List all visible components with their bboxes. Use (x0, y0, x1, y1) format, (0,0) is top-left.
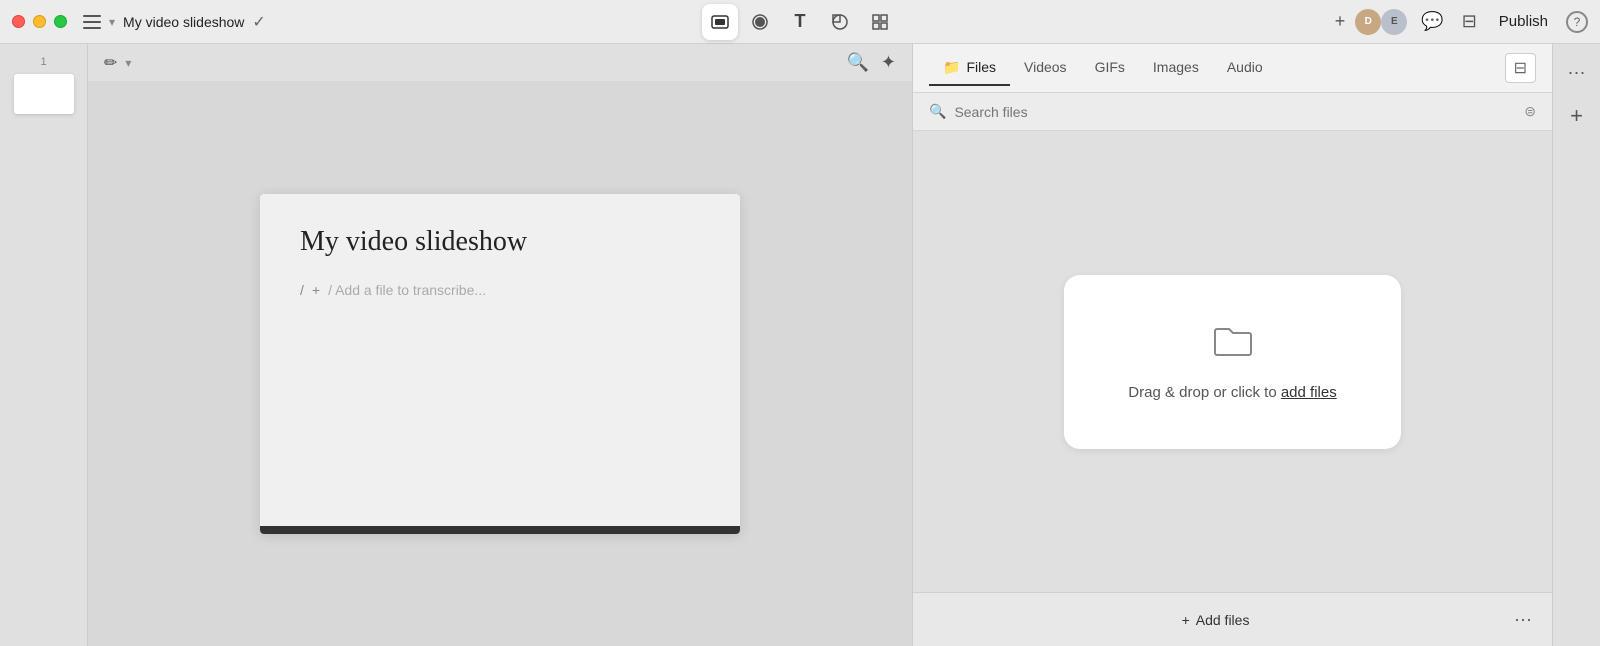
folder-icon: 📁 (943, 59, 960, 76)
avatar-group: D E (1355, 9, 1407, 35)
editor-toolbar-right: 🔍 ✦ (846, 52, 896, 73)
more-options-button[interactable]: ··· (1510, 605, 1536, 634)
search-icon[interactable]: 🔍 (846, 52, 868, 73)
slide-canvas: My video slideshow / + / Add a file to t… (260, 194, 740, 534)
tab-videos[interactable]: Videos (1010, 51, 1081, 85)
add-file-placeholder: / Add a file to transcribe... (328, 282, 486, 298)
drop-zone-text: Drag & drop or click to add files (1128, 384, 1336, 401)
add-file-button[interactable]: + (312, 282, 320, 298)
add-slide-button[interactable]: + (1564, 97, 1589, 135)
slide-thumbnail[interactable] (14, 74, 74, 114)
slideshow-tool-button[interactable] (702, 4, 738, 40)
maximize-button[interactable] (54, 15, 67, 28)
titlebar: ▾ My video slideshow ✓ T (0, 0, 1600, 44)
text-icon: T (795, 11, 806, 32)
more-icon[interactable]: ··· (1562, 56, 1592, 89)
files-content: Drag & drop or click to add files (913, 131, 1552, 592)
add-files-link[interactable]: add files (1281, 384, 1337, 401)
tab-images[interactable]: Images (1139, 51, 1213, 85)
minimize-button[interactable] (33, 15, 46, 28)
plus-icon: + (1182, 612, 1190, 628)
comments-icon[interactable]: 💬 (1417, 7, 1447, 36)
tab-audio[interactable]: Audio (1213, 51, 1277, 85)
toolbar-center: T (702, 4, 898, 40)
slides-panel: 1 (0, 44, 88, 646)
tab-files-label: Files (966, 59, 996, 75)
tab-gifs-label: GIFs (1095, 59, 1125, 75)
close-button[interactable] (12, 15, 25, 28)
files-panel-header: 📁 Files Videos GIFs Images Audio ⊟ (913, 44, 1552, 93)
shape-tool-button[interactable] (822, 4, 858, 40)
add-files-footer-button[interactable]: + Add files (929, 612, 1502, 628)
record-tool-button[interactable] (742, 4, 778, 40)
menu-icon[interactable] (83, 15, 101, 29)
help-button[interactable]: ? (1566, 11, 1588, 33)
tab-audio-label: Audio (1227, 59, 1263, 75)
tab-files[interactable]: 📁 Files (929, 51, 1010, 86)
files-panel-footer: + Add files ··· (913, 592, 1552, 646)
add-files-label: Add files (1196, 612, 1250, 628)
slide-number: 1 (40, 56, 46, 68)
saved-checkmark-icon: ✓ (252, 12, 265, 32)
files-panel: 📁 Files Videos GIFs Images Audio ⊟ � (912, 44, 1552, 646)
drop-zone[interactable]: Drag & drop or click to add files (1064, 275, 1400, 449)
document-title: My video slideshow (123, 14, 244, 30)
right-sidebar: ··· + (1552, 44, 1600, 646)
titlebar-left: ▾ My video slideshow ✓ (83, 12, 266, 32)
main-content: 1 ✏ ▾ 🔍 ✦ My video slideshow / + / Add a… (0, 44, 1600, 646)
toolbar-chevron-icon[interactable]: ▾ (125, 56, 131, 70)
titlebar-right: + D E 💬 ⊟ Publish ? (1335, 7, 1588, 36)
collapse-panel-button[interactable]: ⊟ (1505, 53, 1536, 83)
files-tabs: 📁 Files Videos GIFs Images Audio ⊟ (913, 44, 1552, 92)
slide-title: My video slideshow (300, 226, 700, 258)
grid-icon (870, 12, 890, 32)
filter-icon[interactable]: ⊜ (1524, 103, 1536, 120)
slash-indicator: / (300, 282, 304, 298)
slide-content-row: / + / Add a file to transcribe... (300, 282, 700, 298)
folder-large-icon (1213, 323, 1253, 368)
record-icon (750, 12, 770, 32)
search-input[interactable] (954, 104, 1516, 120)
search-icon: 🔍 (929, 103, 946, 120)
editor-toolbar: ✏ ▾ 🔍 ✦ (88, 44, 912, 81)
shape-icon (830, 12, 850, 32)
pen-icon[interactable]: ✏ (104, 53, 117, 73)
slide-bottom-bar (260, 526, 740, 534)
editor-area: ✏ ▾ 🔍 ✦ My video slideshow / + / Add a f… (88, 44, 912, 646)
traffic-lights (12, 15, 67, 28)
add-button[interactable]: + (1335, 11, 1346, 32)
canvas-area: My video slideshow / + / Add a file to t… (88, 81, 912, 646)
files-search-bar: 🔍 ⊜ (913, 93, 1552, 131)
slideshow-icon (710, 12, 730, 32)
tab-videos-label: Videos (1024, 59, 1067, 75)
tab-images-label: Images (1153, 59, 1199, 75)
sidebar-toggle-icon[interactable]: ⊟ (1458, 7, 1481, 36)
avatar-e[interactable]: E (1381, 9, 1407, 35)
grid-tool-button[interactable] (862, 4, 898, 40)
menu-chevron-icon[interactable]: ▾ (109, 15, 115, 29)
tab-gifs[interactable]: GIFs (1081, 51, 1139, 85)
sparkle-icon[interactable]: ✦ (881, 52, 896, 73)
text-tool-button[interactable]: T (782, 4, 818, 40)
publish-button[interactable]: Publish (1491, 9, 1556, 34)
avatar-d[interactable]: D (1355, 9, 1381, 35)
